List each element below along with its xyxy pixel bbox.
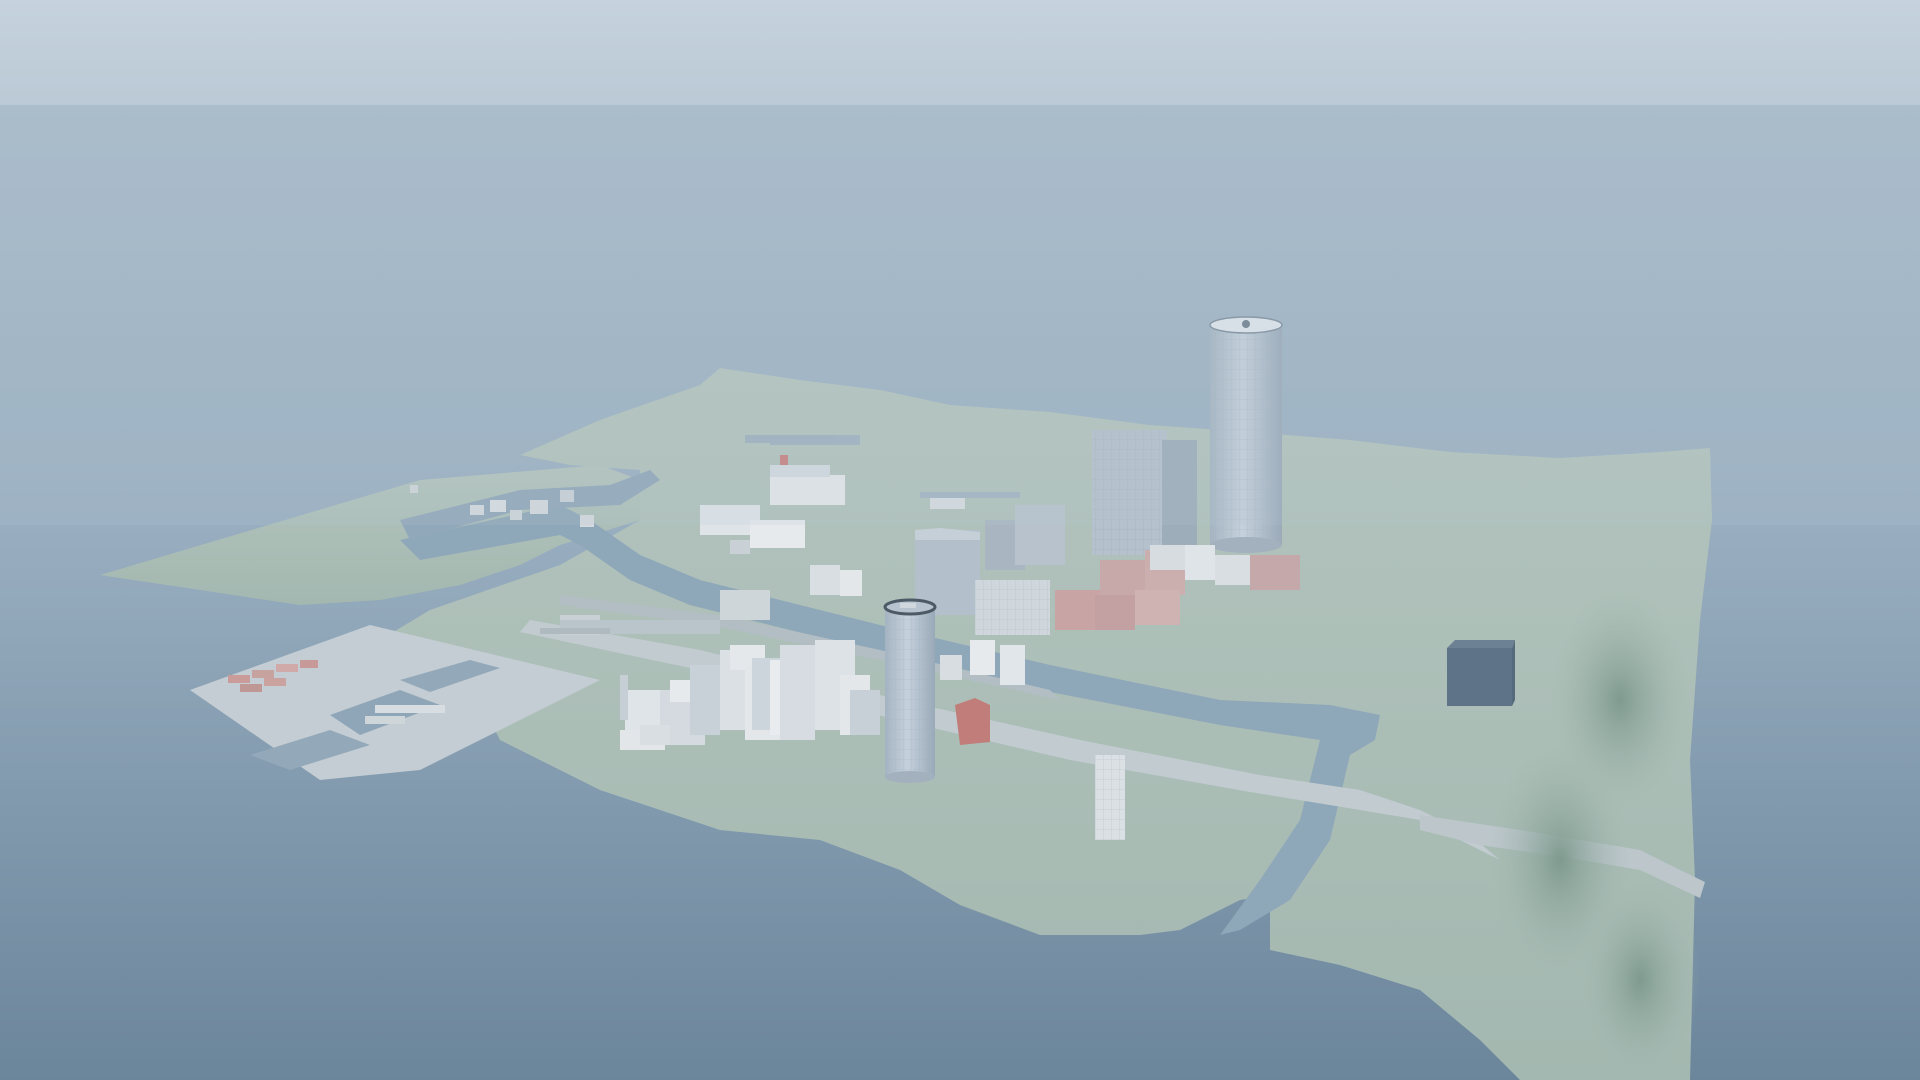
red-brick-building <box>955 698 990 745</box>
sky <box>0 0 1920 108</box>
game-viewport[interactable] <box>0 0 1920 1080</box>
scene-canvas[interactable] <box>0 0 1920 1080</box>
atmospheric-haze <box>0 105 1920 525</box>
short-cylindrical-tower <box>883 598 937 783</box>
dock-crane <box>620 675 628 720</box>
airstrip-marking <box>540 628 610 634</box>
dark-cube <box>1447 640 1515 706</box>
forest-patch-3 <box>1580 880 1700 1080</box>
